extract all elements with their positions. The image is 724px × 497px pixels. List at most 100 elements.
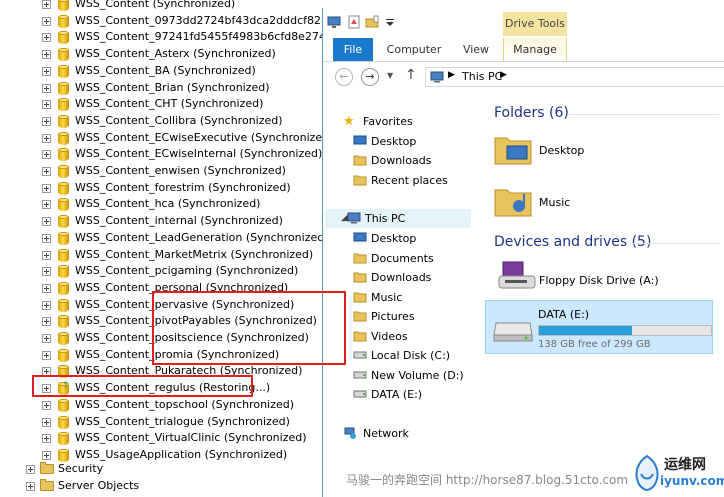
folder-icon (353, 175, 367, 185)
tab-computer[interactable]: Computer (385, 38, 443, 61)
floppy-drive-icon (498, 261, 536, 289)
nav-item-label: DATA (E:) (371, 388, 423, 401)
expand-icon[interactable] (42, 66, 51, 76)
expand-icon[interactable] (42, 417, 51, 427)
database-icon (58, 98, 69, 112)
drive-usage-bar (538, 325, 712, 336)
folder-icon (353, 311, 367, 322)
properties-icon[interactable] (347, 15, 361, 29)
nav-this-pc[interactable]: ◢ This PC (325, 209, 471, 228)
expand-icon[interactable] (42, 100, 51, 110)
expand-icon[interactable] (42, 183, 51, 193)
drive-item-floppy[interactable]: Floppy Disk Drive (A:) (539, 274, 659, 287)
expand-icon[interactable] (42, 0, 51, 9)
database-label: WSS_Content_CHT (Synchronized) (75, 97, 264, 111)
database-icon (58, 448, 69, 462)
tab-file[interactable]: File (333, 38, 373, 61)
drive-item-data[interactable]: DATA (E:) 138 GB free of 299 GB (485, 300, 713, 354)
database-icon (58, 198, 69, 212)
devices-group-header[interactable]: Devices and drives (5) (494, 234, 651, 250)
expand-icon[interactable] (42, 116, 51, 126)
expand-icon[interactable] (42, 167, 51, 176)
title-bar: Drive Tools (323, 8, 724, 38)
database-icon (58, 48, 69, 62)
expand-icon[interactable] (42, 50, 51, 60)
folder-item-desktop[interactable]: Desktop (539, 144, 584, 157)
expand-icon[interactable] (42, 150, 51, 160)
logo-mark-icon (635, 454, 659, 492)
expand-icon[interactable] (42, 250, 51, 260)
expand-icon[interactable] (42, 350, 51, 360)
database-icon (58, 281, 69, 295)
expand-icon[interactable] (42, 317, 51, 327)
database-icon (58, 398, 69, 412)
database-icon (58, 298, 69, 312)
drive-name: DATA (E:) (538, 308, 590, 321)
file-explorer-window: Drive Tools File Computer View Manage ← … (322, 8, 724, 497)
database-label: WSS_Content_internal (Synchronized) (75, 214, 283, 228)
database-icon (58, 215, 69, 229)
this-pc-icon (347, 212, 361, 224)
nav-item-label: Pictures (371, 310, 415, 323)
expand-icon[interactable] (42, 33, 51, 43)
database-icon (58, 348, 69, 362)
folder-icon (353, 292, 367, 302)
database-label: WSS_Content_BA (Synchronized) (75, 63, 256, 77)
expand-icon[interactable] (42, 283, 51, 293)
object-explorer-tree: WSS_Content (Synchronized) WSS_Content_09… (0, 0, 322, 497)
breadcrumb-this-pc[interactable]: This PC (462, 70, 502, 83)
folder-icon (40, 462, 54, 474)
database-label: WSS_Content_LeadGeneration (Synchronized… (75, 230, 322, 244)
expand-icon[interactable] (42, 83, 51, 93)
database-icon (58, 131, 69, 145)
back-button[interactable]: ← (335, 68, 353, 86)
breadcrumb-separator-icon: ▶ (448, 70, 455, 80)
forward-button[interactable]: → (361, 68, 379, 86)
recent-locations-icon[interactable]: ▼ (387, 71, 393, 80)
customize-dropdown-icon[interactable] (383, 15, 397, 29)
database-icon (58, 332, 69, 345)
desktop-icon (353, 135, 367, 144)
expand-icon[interactable] (42, 450, 51, 460)
database-label: WSS_Content_pcigaming (Synchronized) (75, 264, 299, 278)
expand-icon[interactable] (42, 16, 51, 26)
expand-icon[interactable] (42, 400, 51, 410)
data-drive-highlight-box (152, 291, 346, 365)
nav-item-label: Videos (371, 329, 408, 343)
expand-icon[interactable] (42, 217, 51, 227)
expand-icon[interactable] (42, 267, 51, 277)
nav-item-label: Downloads (371, 154, 432, 167)
expand-icon[interactable] (26, 482, 35, 491)
logo-url: iyunv.com (660, 474, 724, 488)
database-label: WSS_Content_forestrim (Synchronized) (75, 180, 291, 194)
nav-item-label: Desktop (371, 134, 417, 148)
database-icon (58, 265, 69, 279)
breadcrumb-separator-icon: ▶ (500, 70, 507, 80)
expand-icon[interactable] (42, 200, 51, 210)
database-icon (58, 31, 69, 45)
database-icon (58, 64, 69, 78)
expand-icon[interactable] (42, 434, 51, 444)
folder-item-music[interactable]: Music (539, 196, 570, 209)
address-box[interactable]: ▶ This PC ▶ (425, 67, 724, 87)
nav-item-label: Documents (371, 251, 434, 265)
expand-icon[interactable] (26, 465, 35, 474)
database-label: WSS_Content_trialogue (Synchronized) (75, 414, 290, 428)
expand-icon[interactable] (42, 233, 51, 243)
expand-icon[interactable] (42, 334, 51, 343)
expand-icon[interactable] (42, 133, 51, 143)
expand-icon[interactable] (42, 300, 51, 310)
tab-manage[interactable]: Manage (507, 38, 563, 61)
folders-group-header[interactable]: Folders (6) (494, 105, 569, 121)
nav-item-label: Local Disk (C:) (371, 349, 451, 362)
database-icon (58, 231, 69, 245)
new-folder-icon[interactable] (365, 15, 379, 29)
tab-view[interactable]: View (453, 38, 499, 61)
nav-item-label: Downloads (371, 271, 432, 284)
hard-drive-icon (493, 322, 533, 342)
drive-icon (353, 351, 367, 359)
address-bar-row: ← → ▼ ↑ ▶ This PC ▶ (323, 62, 724, 92)
computer-icon[interactable] (327, 15, 341, 29)
content-pane: Folders (6) Desktop Music Devices and dr… (491, 92, 724, 497)
up-button[interactable]: ↑ (405, 67, 417, 83)
